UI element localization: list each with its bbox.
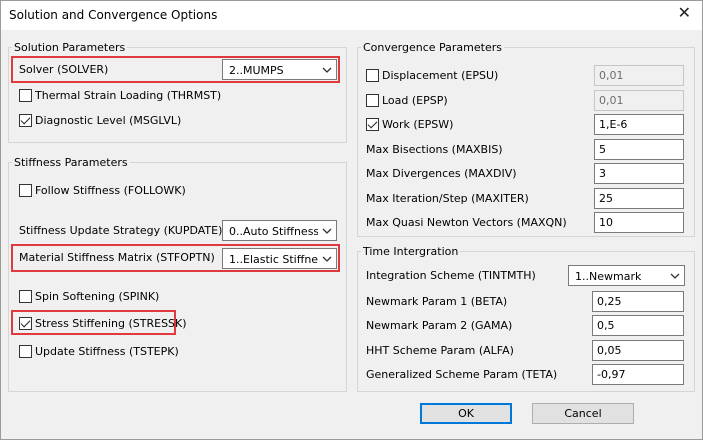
- chevron-down-icon: [322, 256, 332, 262]
- maxdiv-input[interactable]: 3: [594, 163, 684, 184]
- beta-label: Newmark Param 1 (BETA): [366, 295, 508, 308]
- diagnostic-level-checkbox[interactable]: [19, 114, 32, 127]
- material-stiffness-value: 1..Elastic Stiffness: [229, 253, 318, 266]
- thermal-strain-label: Thermal Strain Loading (THRMST): [35, 89, 222, 102]
- gama-label: Newmark Param 2 (GAMA): [366, 319, 513, 332]
- update-stiffness-label: Update Stiffness (TSTEPK): [35, 345, 179, 358]
- work-label: Work (EPSW): [382, 118, 454, 131]
- spin-softening-checkbox[interactable]: [19, 290, 32, 303]
- chevron-down-icon: [322, 67, 332, 73]
- displacement-input[interactable]: 0,01: [594, 65, 684, 86]
- follow-stiffness-label: Follow Stiffness (FOLLOWK): [35, 184, 186, 197]
- teta-label: Generalized Scheme Param (TETA): [366, 368, 558, 381]
- chevron-down-icon: [322, 228, 332, 234]
- gama-input[interactable]: 0,5: [592, 315, 684, 336]
- maxqn-input[interactable]: 10: [594, 212, 684, 233]
- follow-stiffness-checkbox[interactable]: [19, 184, 32, 197]
- dialog-title: Solution and Convergence Options: [9, 8, 218, 22]
- kupdate-label: Stiffness Update Strategy (KUPDATE): [19, 224, 223, 237]
- alfa-label: HHT Scheme Param (ALFA): [366, 344, 514, 357]
- solver-select[interactable]: 2..MUMPS: [222, 59, 337, 80]
- integration-scheme-label: Integration Scheme (TINTMTH): [366, 269, 536, 282]
- load-input[interactable]: 0,01: [594, 90, 684, 111]
- convergence-parameters-legend: Convergence Parameters: [361, 41, 504, 54]
- work-input[interactable]: 1,E-6: [594, 114, 684, 135]
- displacement-checkbox[interactable]: [366, 69, 379, 82]
- chevron-down-icon: [670, 273, 680, 279]
- solver-value: 2..MUMPS: [229, 64, 284, 77]
- cancel-button[interactable]: Cancel: [532, 403, 634, 424]
- maxbis-label: Max Bisections (MAXBIS): [366, 143, 503, 156]
- alfa-input[interactable]: 0,05: [592, 340, 684, 361]
- stiffness-parameters-legend: Stiffness Parameters: [12, 156, 130, 169]
- teta-input[interactable]: -0,97: [592, 364, 684, 385]
- spin-softening-label: Spin Softening (SPINK): [35, 290, 160, 303]
- thermal-strain-checkbox[interactable]: [19, 89, 32, 102]
- maxdiv-label: Max Divergences (MAXDIV): [366, 167, 517, 180]
- kupdate-select[interactable]: 0..Auto Stiffness U: [222, 220, 337, 241]
- kupdate-value: 0..Auto Stiffness U: [229, 225, 318, 238]
- stress-stiffening-checkbox[interactable]: [19, 317, 32, 330]
- maxiter-input[interactable]: 25: [594, 188, 684, 209]
- solution-parameters-legend: Solution Parameters: [12, 41, 128, 54]
- integration-scheme-select[interactable]: 1..Newmark: [568, 265, 685, 286]
- solver-label: Solver (SOLVER): [19, 63, 109, 76]
- close-icon[interactable]: ✕: [678, 5, 691, 21]
- displacement-label: Displacement (EPSU): [382, 69, 499, 82]
- load-checkbox[interactable]: [366, 94, 379, 107]
- load-label: Load (EPSP): [382, 94, 448, 107]
- time-integration-legend: Time Intergration: [361, 245, 461, 258]
- maxqn-label: Max Quasi Newton Vectors (MAXQN): [366, 216, 567, 229]
- integration-scheme-value: 1..Newmark: [575, 270, 642, 283]
- diagnostic-level-label: Diagnostic Level (MSGLVL): [35, 114, 182, 127]
- material-stiffness-select[interactable]: 1..Elastic Stiffness: [222, 248, 337, 269]
- ok-button[interactable]: OK: [420, 403, 512, 424]
- work-checkbox[interactable]: [366, 118, 379, 131]
- beta-input[interactable]: 0,25: [592, 291, 684, 312]
- material-stiffness-label: Material Stiffness Matrix (STFOPTN): [19, 251, 215, 264]
- maxiter-label: Max Iteration/Step (MAXITER): [366, 192, 529, 205]
- update-stiffness-checkbox[interactable]: [19, 345, 32, 358]
- stress-stiffening-label: Stress Stiffening (STRESSK): [35, 317, 187, 330]
- maxbis-input[interactable]: 5: [594, 139, 684, 160]
